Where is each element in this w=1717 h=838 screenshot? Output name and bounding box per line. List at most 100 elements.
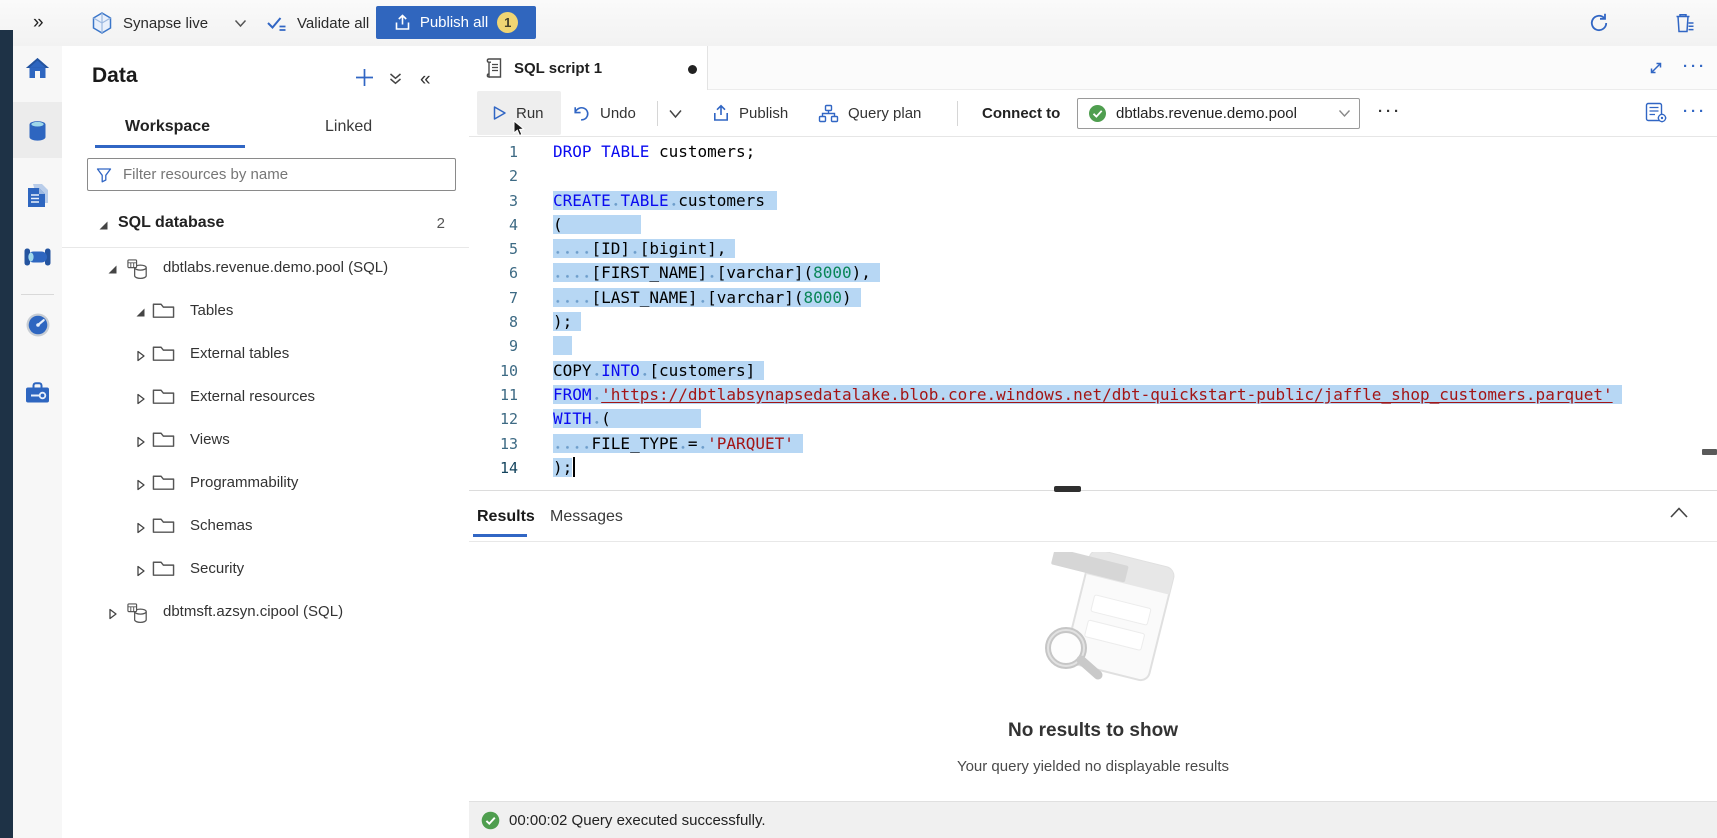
scrollbar-thumb[interactable] (1702, 449, 1717, 455)
tree-item-views[interactable]: Views (62, 420, 469, 463)
tree-item-dbtmsft-azsyn-cipool-sql[interactable]: dbtmsft.azsyn.cipool (SQL) (62, 592, 469, 635)
tree-item-programmability[interactable]: Programmability (62, 463, 469, 506)
sql-script-icon (483, 56, 503, 80)
add-resource-button[interactable] (354, 67, 375, 88)
line-number: 10 (469, 359, 518, 383)
synapse-studio-window: » Synapse live Validate all Publish all … (0, 0, 1717, 838)
dropdown-chevron-icon (1338, 109, 1351, 118)
code-line-2 (553, 164, 1622, 188)
rail-divider (21, 294, 54, 295)
run-options-chevron-icon[interactable] (668, 109, 683, 119)
collapsed-caret-icon[interactable] (135, 522, 146, 534)
tree-item-label: Security (190, 560, 244, 577)
rail-item-home[interactable] (13, 43, 62, 93)
properties-icon[interactable] (1645, 102, 1668, 124)
line-number: 13 (469, 432, 518, 456)
tab-sql-script-1[interactable]: SQL script 1 (469, 46, 708, 90)
tab-linked[interactable]: Linked (325, 108, 372, 146)
document-tab-bar: SQL script 1 ··· (469, 46, 1717, 90)
resource-tree: SQL database2dbtlabs.revenue.demo.pool (… (62, 204, 469, 635)
validate-check-icon (266, 14, 288, 32)
connect-to-label: Connect to (982, 90, 1060, 136)
tab-messages[interactable]: Messages (550, 492, 623, 541)
expanded-caret-icon[interactable] (135, 307, 146, 318)
tree-item-sql-database[interactable]: SQL database2 (62, 204, 469, 248)
success-check-icon (481, 811, 500, 830)
toolbar-more-icon[interactable]: ··· (1378, 103, 1402, 120)
validate-all-button[interactable]: Validate all (266, 0, 369, 46)
code-line-8: ); (553, 310, 1622, 334)
collapsed-caret-icon[interactable] (135, 479, 146, 491)
folder-icon (152, 473, 175, 492)
window-edge-strip (0, 30, 13, 838)
expanded-caret-icon[interactable] (107, 264, 118, 275)
rail-item-manage[interactable] (13, 367, 62, 417)
line-number: 14 (469, 456, 518, 480)
line-number-gutter: 1234567891011121314 (469, 140, 518, 480)
run-label: Run (516, 105, 544, 122)
mode-selector[interactable]: Synapse live (90, 0, 247, 46)
sql-code-editor[interactable]: 1234567891011121314 DROP TABLE customers… (469, 137, 1717, 490)
collapsed-caret-icon[interactable] (135, 350, 146, 362)
connect-to-pool-dropdown[interactable]: dbtlabs.revenue.demo.pool (1077, 98, 1360, 129)
mouse-cursor (513, 120, 527, 137)
filter-resources-field[interactable] (87, 158, 456, 191)
rail-item-develop[interactable] (13, 170, 62, 220)
query-plan-button[interactable]: Query plan (818, 90, 921, 136)
expanded-caret-icon[interactable] (98, 220, 109, 231)
rail-item-integrate[interactable] (13, 232, 62, 282)
code-line-5: [ID] [bigint], (553, 237, 1622, 261)
tree-item-label: Views (190, 431, 230, 448)
run-button[interactable]: Run (477, 91, 561, 135)
rail-item-data[interactable] (13, 105, 62, 155)
discard-trash-button[interactable] (1674, 12, 1696, 34)
editor-more-actions-icon[interactable]: ··· (1683, 103, 1707, 120)
publish-button[interactable]: Publish (712, 90, 788, 136)
collapse-panel-icon[interactable]: « (420, 69, 431, 91)
gauge-icon (25, 312, 51, 338)
tree-item-tables[interactable]: Tables (62, 291, 469, 334)
tab-more-actions-icon[interactable]: ··· (1683, 58, 1707, 75)
collapsed-caret-icon[interactable] (135, 565, 146, 577)
tree-item-label: External resources (190, 388, 315, 405)
code-line-4: ( (553, 213, 1622, 237)
tab-workspace[interactable]: Workspace (125, 108, 210, 146)
results-tab-bar: Results Messages (469, 492, 1717, 542)
filter-input[interactable] (121, 165, 447, 184)
tree-item-external-resources[interactable]: External resources (62, 377, 469, 420)
publish-all-button[interactable]: Publish all 1 (376, 6, 536, 39)
publish-count-badge: 1 (497, 12, 518, 33)
results-tab-label: Results (477, 508, 535, 526)
tab-title: SQL script 1 (514, 60, 602, 77)
collapsed-caret-icon[interactable] (135, 393, 146, 405)
collapse-results-chevron-icon[interactable] (1669, 506, 1689, 519)
code-line-1: DROP TABLE customers; (553, 140, 1622, 164)
document-icon (25, 182, 50, 209)
selection-highlight: [ID] [bigint], (553, 239, 726, 258)
collapsed-caret-icon[interactable] (107, 608, 118, 620)
expand-editor-icon[interactable] (1647, 59, 1665, 77)
refresh-button[interactable] (1588, 12, 1610, 34)
line-number: 12 (469, 407, 518, 431)
selection-highlight: ( (553, 215, 563, 234)
tree-item-external-tables[interactable]: External tables (62, 334, 469, 377)
tree-item-security[interactable]: Security (62, 549, 469, 592)
collapse-all-icon[interactable] (388, 72, 403, 86)
results-panel: No results to show Your query yielded no… (469, 542, 1717, 801)
tab-workspace-label: Workspace (125, 118, 210, 136)
line-number: 7 (469, 286, 518, 310)
editor-toolbar: Run Undo Publish (469, 90, 1717, 137)
pipeline-icon (23, 245, 52, 269)
collapse-topbar-button[interactable]: » (33, 0, 44, 46)
tree-item-dbtlabs-revenue-demo-pool-sql[interactable]: dbtlabs.revenue.demo.pool (SQL) (62, 248, 469, 291)
empty-results-title: No results to show (469, 720, 1717, 742)
query-plan-icon (818, 104, 839, 123)
collapsed-caret-icon[interactable] (135, 436, 146, 448)
tree-item-label: External tables (190, 345, 289, 362)
tree-item-schemas[interactable]: Schemas (62, 506, 469, 549)
rail-item-monitor[interactable] (13, 300, 62, 350)
selection-highlight: FROM 'https://dbtlabsynapsedatalake.blob… (553, 385, 1613, 404)
unsaved-changes-dot (688, 65, 697, 74)
toolbar-separator (657, 101, 658, 126)
undo-button[interactable]: Undo (572, 90, 636, 136)
